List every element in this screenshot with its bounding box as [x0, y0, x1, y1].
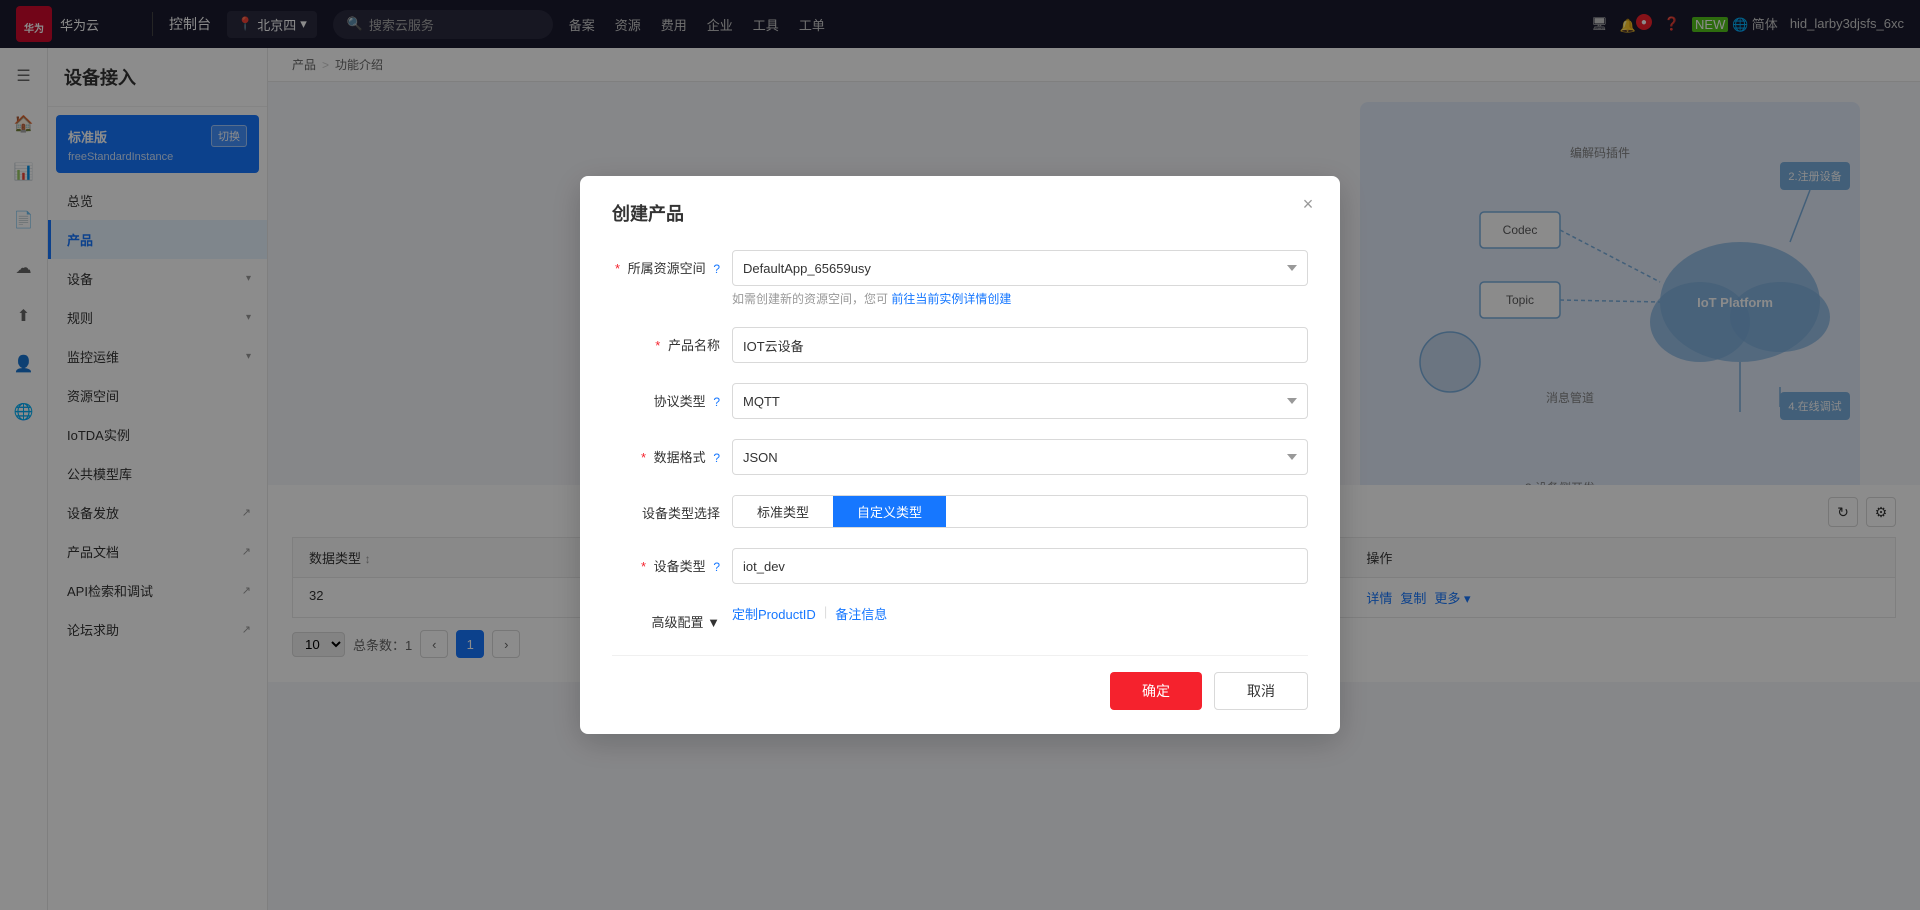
create-resource-link[interactable]: 前往当前实例详情创建	[891, 292, 1011, 306]
required-mark: *	[641, 450, 646, 465]
help-icon[interactable]: ?	[713, 395, 720, 409]
data-format-select[interactable]: JSON 二进制码流	[732, 439, 1308, 475]
resource-space-hint: 如需创建新的资源空间，您可 前往当前实例详情创建	[732, 290, 1308, 307]
help-icon[interactable]: ?	[713, 451, 720, 465]
device-type-row: * 设备类型 ?	[612, 548, 1308, 584]
product-name-row: * 产品名称	[612, 327, 1308, 363]
resource-space-select[interactable]: DefaultApp_65659usy	[732, 250, 1308, 286]
expand-arrow-icon: ▼	[707, 615, 720, 630]
resource-space-row: * 所属资源空间 ? DefaultApp_65659usy 如需创建新的资源空…	[612, 250, 1308, 307]
standard-type-button[interactable]: 标准类型	[733, 496, 833, 527]
device-type-select-control: 标准类型 自定义类型	[732, 495, 1308, 528]
required-mark: *	[655, 338, 660, 353]
create-product-modal: 创建产品 × * 所属资源空间 ? DefaultApp_65659usy 如需…	[580, 176, 1340, 734]
help-icon[interactable]: ?	[713, 262, 720, 276]
product-name-input[interactable]	[732, 327, 1308, 363]
required-mark: *	[641, 559, 646, 574]
protocol-type-row: 协议类型 ? MQTT HTTP CoAP LWM2M	[612, 383, 1308, 419]
device-type-select-label: 设备类型选择	[612, 495, 732, 522]
resource-space-label: * 所属资源空间 ?	[612, 250, 732, 277]
advanced-links: 定制ProductID | 备注信息	[732, 604, 1308, 623]
advanced-config-row: 高级配置 ▼ 定制ProductID | 备注信息	[612, 604, 1308, 631]
help-icon[interactable]: ?	[713, 560, 720, 574]
data-format-control: JSON 二进制码流	[732, 439, 1308, 475]
advanced-config-label: 高级配置 ▼	[612, 604, 732, 631]
custom-productid-link[interactable]: 定制ProductID	[732, 604, 816, 623]
modal-footer: 确定 取消	[612, 655, 1308, 710]
resource-space-control: DefaultApp_65659usy 如需创建新的资源空间，您可 前往当前实例…	[732, 250, 1308, 307]
custom-type-button[interactable]: 自定义类型	[833, 496, 946, 527]
modal-title: 创建产品	[612, 200, 1308, 226]
data-format-label: * 数据格式 ?	[612, 439, 732, 466]
confirm-button[interactable]: 确定	[1110, 672, 1202, 710]
device-type-input[interactable]	[732, 548, 1308, 584]
device-type-select-row: 设备类型选择 标准类型 自定义类型	[612, 495, 1308, 528]
device-type-control	[732, 548, 1308, 584]
cancel-button[interactable]: 取消	[1214, 672, 1308, 710]
protocol-type-control: MQTT HTTP CoAP LWM2M	[732, 383, 1308, 419]
protocol-type-select[interactable]: MQTT HTTP CoAP LWM2M	[732, 383, 1308, 419]
product-name-control	[732, 327, 1308, 363]
device-type-toggle: 标准类型 自定义类型	[732, 495, 1308, 528]
modal-close-button[interactable]: ×	[1296, 192, 1320, 216]
modal-overlay[interactable]: 创建产品 × * 所属资源空间 ? DefaultApp_65659usy 如需…	[0, 0, 1920, 910]
required-mark: *	[615, 261, 620, 276]
product-name-label: * 产品名称	[612, 327, 732, 354]
link-separator: |	[824, 604, 827, 623]
notes-link[interactable]: 备注信息	[835, 604, 887, 623]
data-format-row: * 数据格式 ? JSON 二进制码流	[612, 439, 1308, 475]
advanced-config-control: 定制ProductID | 备注信息	[732, 604, 1308, 623]
protocol-type-label: 协议类型 ?	[612, 383, 732, 410]
device-type-label: * 设备类型 ?	[612, 548, 732, 575]
